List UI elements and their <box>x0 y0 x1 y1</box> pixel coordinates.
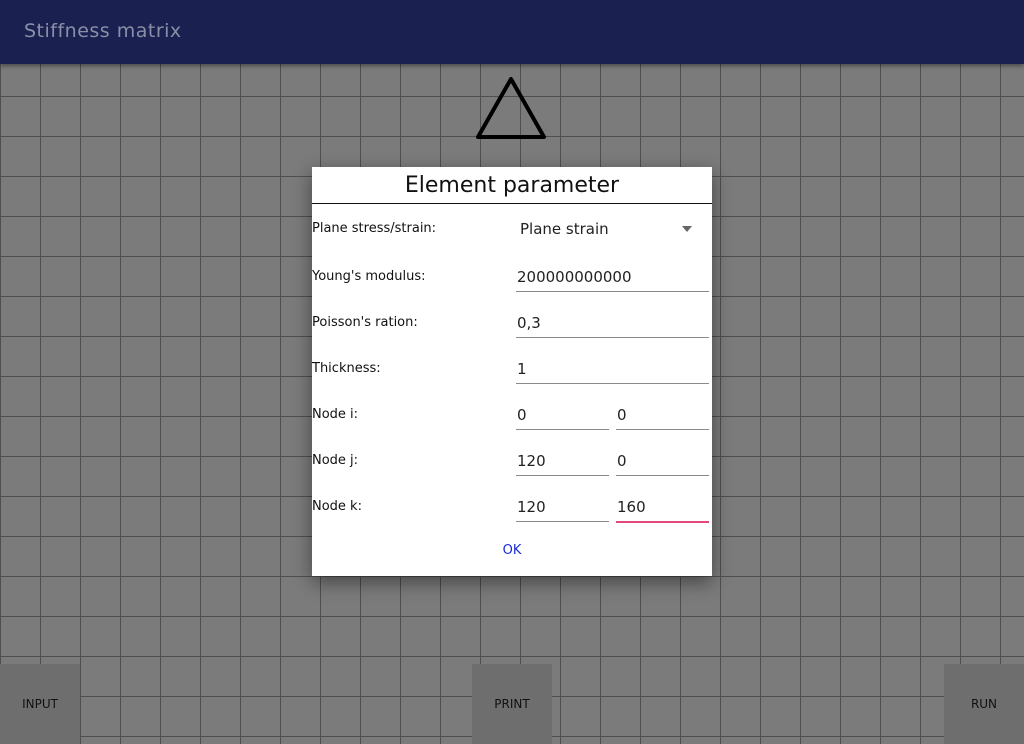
thickness-label: Thickness: <box>312 361 381 376</box>
triangle-down-icon[interactable] <box>682 226 692 232</box>
triangle-element-icon <box>476 77 546 139</box>
plane-label: Plane stress/strain: <box>312 221 437 236</box>
youngs-row: Young's modulus: 200000000000 <box>312 257 712 297</box>
app-bar: Stiffness matrix <box>0 0 1024 64</box>
node-i-x-field[interactable]: 0 <box>516 401 609 430</box>
node-k-x-field[interactable]: 120 <box>516 493 609 522</box>
plane-row: Plane stress/strain: Plane strain <box>312 209 712 249</box>
node-i-row: Node i: 0 0 <box>312 395 712 435</box>
node-k-row: Node k: 120 160 <box>312 487 712 527</box>
poisson-label: Poisson's ration: <box>312 315 418 330</box>
thickness-field[interactable]: 1 <box>516 355 709 384</box>
element-parameter-dialog: Element parameter Plane stress/strain: P… <box>312 167 712 576</box>
print-button[interactable]: PRINT <box>472 664 552 744</box>
node-j-label: Node j: <box>312 453 359 468</box>
node-i-label: Node i: <box>312 407 359 422</box>
node-j-x-field[interactable]: 120 <box>516 447 609 476</box>
node-k-label: Node k: <box>312 499 362 514</box>
node-i-y-field[interactable]: 0 <box>616 401 709 430</box>
youngs-label: Young's modulus: <box>312 269 426 284</box>
dialog-title: Element parameter <box>312 167 712 204</box>
node-j-y-field[interactable]: 0 <box>616 447 709 476</box>
app-title: Stiffness matrix <box>24 20 182 42</box>
poisson-ratio-field[interactable]: 0,3 <box>516 309 709 338</box>
input-button[interactable]: INPUT <box>0 664 80 744</box>
youngs-modulus-field[interactable]: 200000000000 <box>516 263 709 292</box>
node-j-row: Node j: 120 0 <box>312 441 712 481</box>
ok-button[interactable]: OK <box>492 539 532 563</box>
run-button[interactable]: RUN <box>944 664 1024 744</box>
poisson-row: Poisson's ration: 0,3 <box>312 303 712 343</box>
node-k-y-field[interactable]: 160 <box>616 493 709 523</box>
plane-select-value[interactable]: Plane strain <box>520 209 609 249</box>
thickness-row: Thickness: 1 <box>312 349 712 389</box>
